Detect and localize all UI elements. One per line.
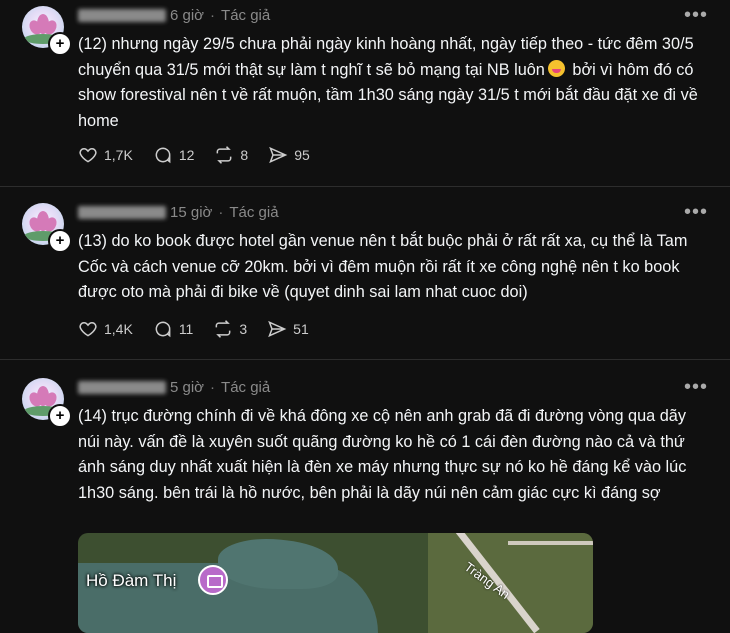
mountain-area — [428, 533, 593, 633]
heart-icon — [79, 321, 97, 337]
post-time[interactable]: 6 giờ — [170, 7, 204, 24]
username-blurred[interactable] — [78, 380, 166, 394]
author-tag: Tác giả — [221, 378, 271, 396]
more-icon[interactable]: ••• — [684, 376, 708, 399]
post-13: + 15 giờ · Tác giả ••• (13) do ko book đ… — [0, 197, 730, 360]
author-tag: Tác giả — [229, 203, 279, 221]
post-text: (13) do ko book được hotel gần venue nên… — [78, 232, 688, 301]
separator-dot: · — [210, 6, 216, 24]
reply-button[interactable]: 12 — [153, 145, 195, 165]
post-actions: 1,4K 11 3 51 — [78, 319, 329, 339]
follow-plus-icon[interactable]: + — [48, 32, 72, 56]
post-actions: 1,7K 12 8 95 — [78, 145, 330, 165]
post-meta: 6 giờ · Tác giả — [78, 6, 270, 24]
grinning-emoji-icon — [547, 59, 565, 77]
username-blurred[interactable] — [78, 205, 166, 219]
post-12: + 6 giờ · Tác giả ••• (12) nhưng ngày 29… — [0, 0, 730, 187]
more-icon[interactable]: ••• — [684, 4, 708, 27]
heart-icon — [79, 147, 97, 163]
road-line — [508, 541, 593, 545]
repost-button[interactable]: 3 — [213, 319, 247, 339]
comment-icon — [155, 321, 171, 338]
repost-count: 3 — [239, 321, 248, 337]
lake-area — [218, 539, 338, 589]
share-count: 95 — [294, 147, 310, 163]
share-icon — [268, 320, 287, 338]
author-tag: Tác giả — [221, 6, 271, 24]
map-image[interactable]: Hồ Đàm Thị Tràng An — [78, 533, 593, 633]
follow-plus-icon[interactable]: + — [48, 404, 72, 428]
comment-icon — [155, 147, 171, 164]
like-count: 1,4K — [104, 321, 133, 337]
separator-dot: · — [218, 203, 224, 221]
camera-pin-icon[interactable] — [198, 565, 228, 595]
post-meta: 15 giờ · Tác giả — [78, 203, 279, 221]
username-blurred[interactable] — [78, 8, 166, 22]
share-count: 51 — [293, 321, 309, 337]
more-icon[interactable]: ••• — [684, 201, 708, 224]
follow-plus-icon[interactable]: + — [48, 229, 72, 253]
separator-dot: · — [210, 378, 216, 396]
like-button[interactable]: 1,4K — [78, 319, 133, 339]
post-text: (14) trục đường chính đi về khá đông xe … — [78, 407, 687, 502]
reply-button[interactable]: 11 — [153, 319, 194, 339]
post-time[interactable]: 15 giờ — [170, 204, 212, 221]
repost-button[interactable]: 8 — [214, 145, 248, 165]
share-button[interactable]: 95 — [268, 145, 310, 165]
reply-count: 12 — [178, 147, 195, 163]
repost-count: 8 — [240, 147, 249, 163]
reply-count: 11 — [178, 321, 194, 337]
share-button[interactable]: 51 — [267, 319, 309, 339]
post-meta: 5 giờ · Tác giả — [78, 378, 270, 396]
post-time[interactable]: 5 giờ — [170, 379, 204, 396]
like-button[interactable]: 1,7K — [78, 145, 133, 165]
post-text: (12) nhưng ngày 29/5 chưa phải ngày kinh… — [78, 32, 708, 134]
map-place-label: Hồ Đàm Thị — [86, 571, 177, 590]
share-icon — [269, 146, 288, 164]
repost-icon — [216, 146, 232, 164]
repost-icon — [215, 320, 231, 338]
like-count: 1,7K — [104, 147, 133, 163]
